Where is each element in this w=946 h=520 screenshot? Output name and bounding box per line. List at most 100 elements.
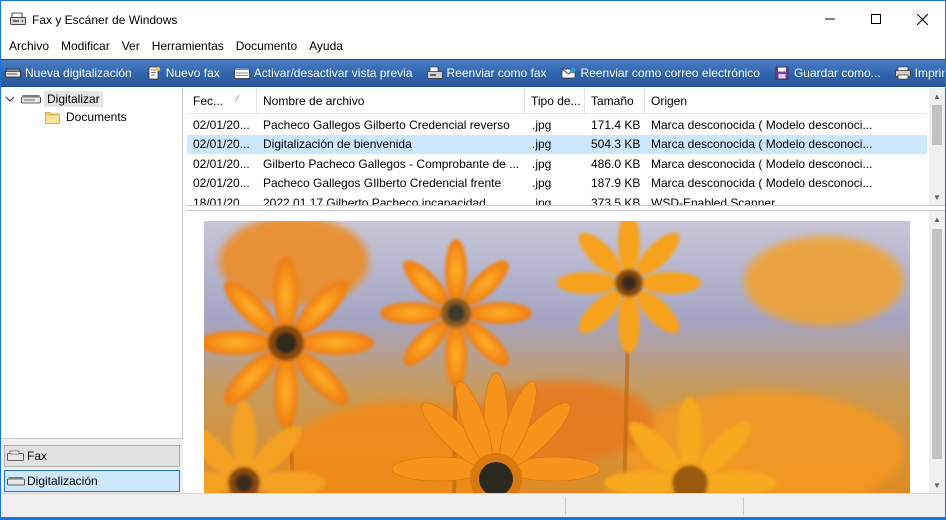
- forward-fax-button[interactable]: Reenviar como fax: [423, 60, 553, 86]
- cell-origin: Marca desconocida ( Modelo desconoci...: [651, 176, 873, 191]
- column-header-filename[interactable]: Nombre de archivo: [257, 88, 525, 114]
- close-icon: [916, 13, 928, 25]
- cell-date: 18/01/20...: [193, 195, 250, 206]
- scanner-icon: [7, 477, 25, 486]
- cell-type: .jpg: [532, 156, 552, 171]
- cell-size: 373.5 KB: [591, 195, 641, 206]
- scanner-icon: [21, 95, 41, 104]
- close-button[interactable]: [899, 1, 945, 37]
- scroll-thumb[interactable]: [932, 105, 942, 145]
- menu-modificar[interactable]: Modificar: [55, 37, 116, 57]
- scroll-thumb[interactable]: [932, 229, 942, 459]
- menu-documento[interactable]: Documento: [230, 37, 303, 57]
- print-label: Imprimir: [914, 66, 945, 80]
- nav-fax-button[interactable]: Fax: [4, 445, 180, 467]
- preview-pane: ▲ ▼: [187, 210, 945, 493]
- title-bar[interactable]: Fax y Escáner de Windows: [1, 1, 945, 37]
- cell-size: 486.0 KB: [591, 156, 641, 171]
- column-header-size-label: Tamaño: [591, 94, 634, 108]
- folder-icon: [45, 112, 60, 124]
- table-row[interactable]: 02/01/20... Pacheco Gallegos Gilberto Cr…: [187, 115, 927, 135]
- view-switcher: Fax Digitalización: [1, 438, 183, 493]
- menu-ver[interactable]: Ver: [116, 37, 146, 57]
- status-segment: [1, 497, 566, 515]
- column-header-date[interactable]: Fec... ⁄: [187, 88, 257, 114]
- table-row[interactable]: 02/01/20... Gilberto Pacheco Gallegos - …: [187, 154, 927, 174]
- list-header: Fec... ⁄ Nombre de archivo Tipo de... Ta…: [187, 88, 927, 114]
- save-icon: [775, 66, 789, 80]
- column-header-type[interactable]: Tipo de...: [525, 88, 585, 114]
- toolbar: Nueva digitalización Nuevo fax Activar/d…: [1, 59, 945, 87]
- folder-tree-pane: Digitalizar Documents: [1, 88, 183, 493]
- scroll-down-arrow-icon[interactable]: ▼: [929, 477, 945, 493]
- column-header-type-label: Tipo de...: [531, 94, 581, 108]
- new-fax-icon: [148, 66, 160, 80]
- scroll-down-arrow-icon[interactable]: ▼: [929, 189, 945, 205]
- nav-fax-label: Fax: [27, 449, 48, 463]
- forward-fax-label: Reenviar como fax: [446, 66, 547, 80]
- preview-image-flowers: [204, 221, 910, 493]
- cell-filename: Pacheco Gallegos GIlberto Credencial fre…: [263, 176, 502, 191]
- column-header-origin[interactable]: Origen: [645, 88, 927, 114]
- scroll-up-arrow-icon[interactable]: ▲: [929, 211, 945, 227]
- forward-email-label: Reenviar como correo electrónico: [580, 66, 760, 80]
- menu-ayuda[interactable]: Ayuda: [303, 37, 349, 57]
- new-fax-button[interactable]: Nuevo fax: [142, 60, 226, 86]
- cell-filename: 2022 01 17 Gilberto Pacheco incapacidad: [263, 195, 486, 206]
- cell-type: .jpg: [532, 176, 552, 191]
- status-segment: [566, 497, 744, 515]
- column-header-size[interactable]: Tamaño: [585, 88, 645, 114]
- nav-scan-label: Digitalización: [27, 474, 98, 488]
- save-as-label: Guardar como...: [793, 66, 881, 80]
- maximize-button[interactable]: [853, 1, 899, 37]
- cell-origin: WSD-Enabled Scanner: [651, 195, 776, 206]
- cell-date: 02/01/20...: [193, 137, 250, 152]
- tree-item-digitalizar-label: Digitalizar: [44, 91, 103, 107]
- cell-filename: Gilberto Pacheco Gallegos - Comprobante …: [263, 156, 520, 171]
- file-list: Fec... ⁄ Nombre de archivo Tipo de... Ta…: [187, 88, 945, 206]
- table-row[interactable]: 18/01/20... 2022 01 17 Gilberto Pacheco …: [187, 193, 927, 206]
- fax-icon: [7, 450, 24, 461]
- table-row[interactable]: 02/01/20... Pacheco Gallegos GIlberto Cr…: [187, 174, 927, 194]
- cell-size: 187.9 KB: [591, 176, 641, 191]
- nav-scan-button[interactable]: Digitalización: [4, 470, 180, 492]
- toggle-preview-button[interactable]: Activar/desactivar vista previa: [230, 60, 419, 86]
- column-header-date-label: Fec...: [193, 94, 224, 108]
- cell-date: 02/01/20...: [193, 156, 250, 171]
- preview-scrollbar[interactable]: ▲ ▼: [929, 211, 945, 493]
- maximize-icon: [871, 14, 881, 24]
- cell-origin: Marca desconocida ( Modelo desconoci...: [651, 117, 873, 132]
- cell-filename: Digitalización de bienvenida: [263, 137, 412, 152]
- new-scan-button[interactable]: Nueva digitalización: [1, 60, 138, 86]
- cell-size: 504.3 KB: [591, 137, 641, 152]
- list-scrollbar[interactable]: ▲ ▼: [929, 88, 945, 205]
- menu-bar: Archivo Modificar Ver Herramientas Docum…: [1, 37, 945, 57]
- cell-type: .jpg: [532, 137, 552, 152]
- forward-email-button[interactable]: Reenviar como correo electrónico: [557, 60, 766, 86]
- toggle-preview-label: Activar/desactivar vista previa: [253, 66, 413, 80]
- tree-item-digitalizar[interactable]: Digitalizar: [5, 90, 103, 108]
- scroll-up-arrow-icon[interactable]: ▲: [929, 88, 945, 104]
- main-window: Fax y Escáner de Windows Archivo Modific…: [0, 0, 946, 520]
- cell-type: .jpg: [532, 117, 552, 132]
- cell-filename: Pacheco Gallegos Gilberto Credencial rev…: [263, 117, 510, 132]
- cell-type: .jpg: [532, 195, 552, 206]
- new-fax-label: Nuevo fax: [165, 66, 220, 80]
- column-header-origin-label: Origen: [651, 94, 688, 108]
- column-header-filename-label: Nombre de archivo: [263, 94, 365, 108]
- minimize-button[interactable]: [807, 1, 853, 37]
- fax-scanner-app-icon: [10, 12, 26, 25]
- tree-item-documents-label: Documents: [66, 110, 127, 124]
- chevron-down-icon[interactable]: [5, 94, 15, 104]
- window-title: Fax y Escáner de Windows: [32, 13, 178, 27]
- tree-item-documents[interactable]: Documents: [45, 108, 127, 126]
- table-row-selected[interactable]: 02/01/20... Digitalización de bienvenida…: [187, 134, 927, 154]
- menu-herramientas[interactable]: Herramientas: [146, 37, 230, 57]
- menu-archivo[interactable]: Archivo: [3, 37, 55, 57]
- status-bar: [1, 493, 945, 517]
- print-button[interactable]: Imprimir: [891, 60, 945, 86]
- save-as-button[interactable]: Guardar como...: [770, 60, 887, 86]
- cell-date: 02/01/20...: [193, 117, 250, 132]
- preview-pane-icon: [233, 67, 250, 79]
- printer-icon: [894, 66, 911, 80]
